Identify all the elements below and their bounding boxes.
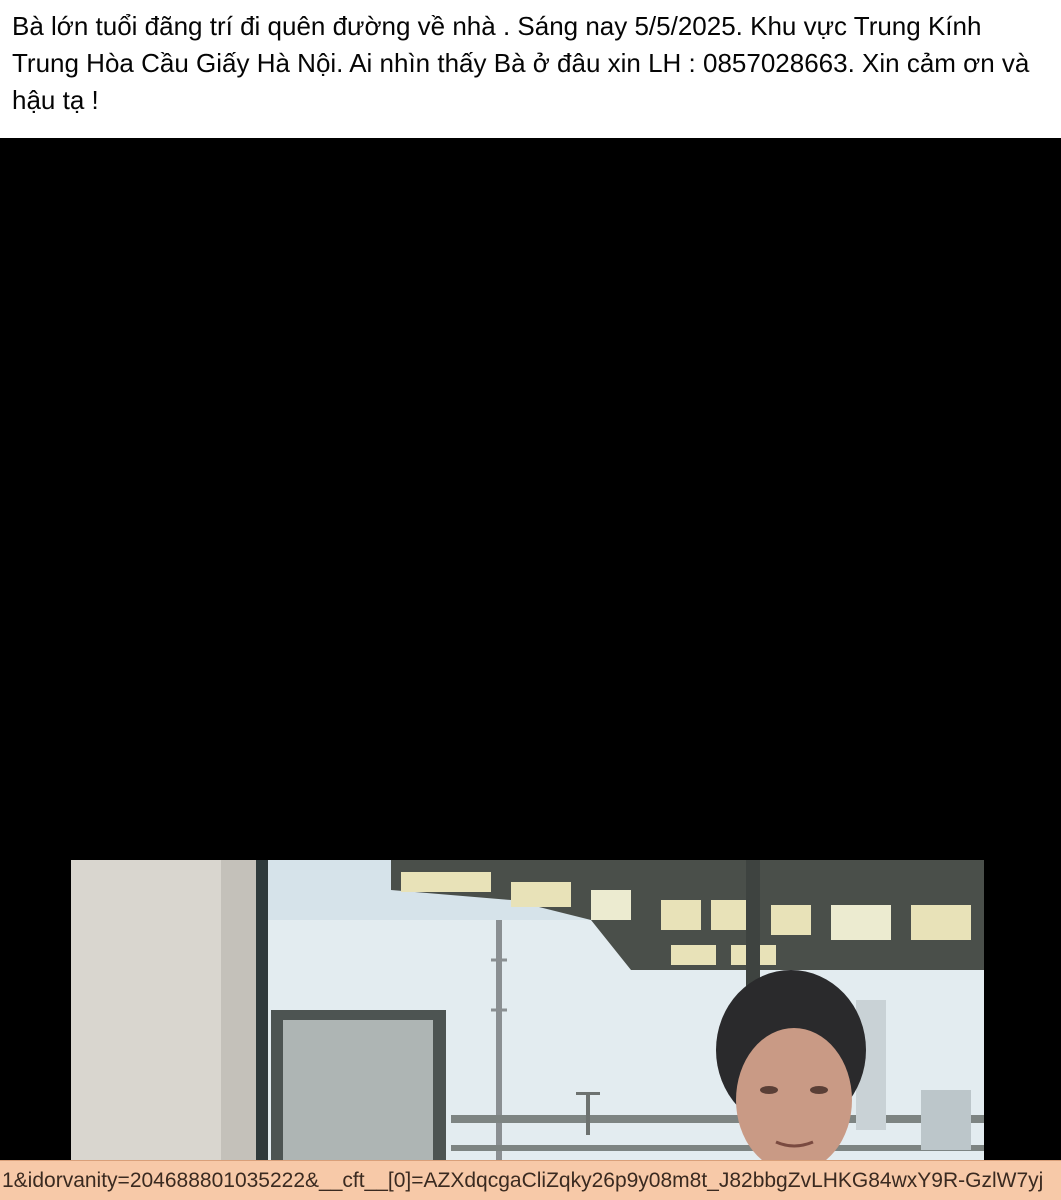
status-bar-url: 1&idorvanity=204688801035222&__cft__[0]=… [0,1160,1061,1200]
photo-icon [71,860,984,1200]
post-text: Bà lớn tuổi đãng trí đi quên đường về nh… [12,11,1030,115]
facebook-post: Bà lớn tuổi đãng trí đi quên đường về nh… [0,0,1061,1200]
post-photo[interactable] [71,860,984,1200]
post-media[interactable] [0,138,1061,1200]
